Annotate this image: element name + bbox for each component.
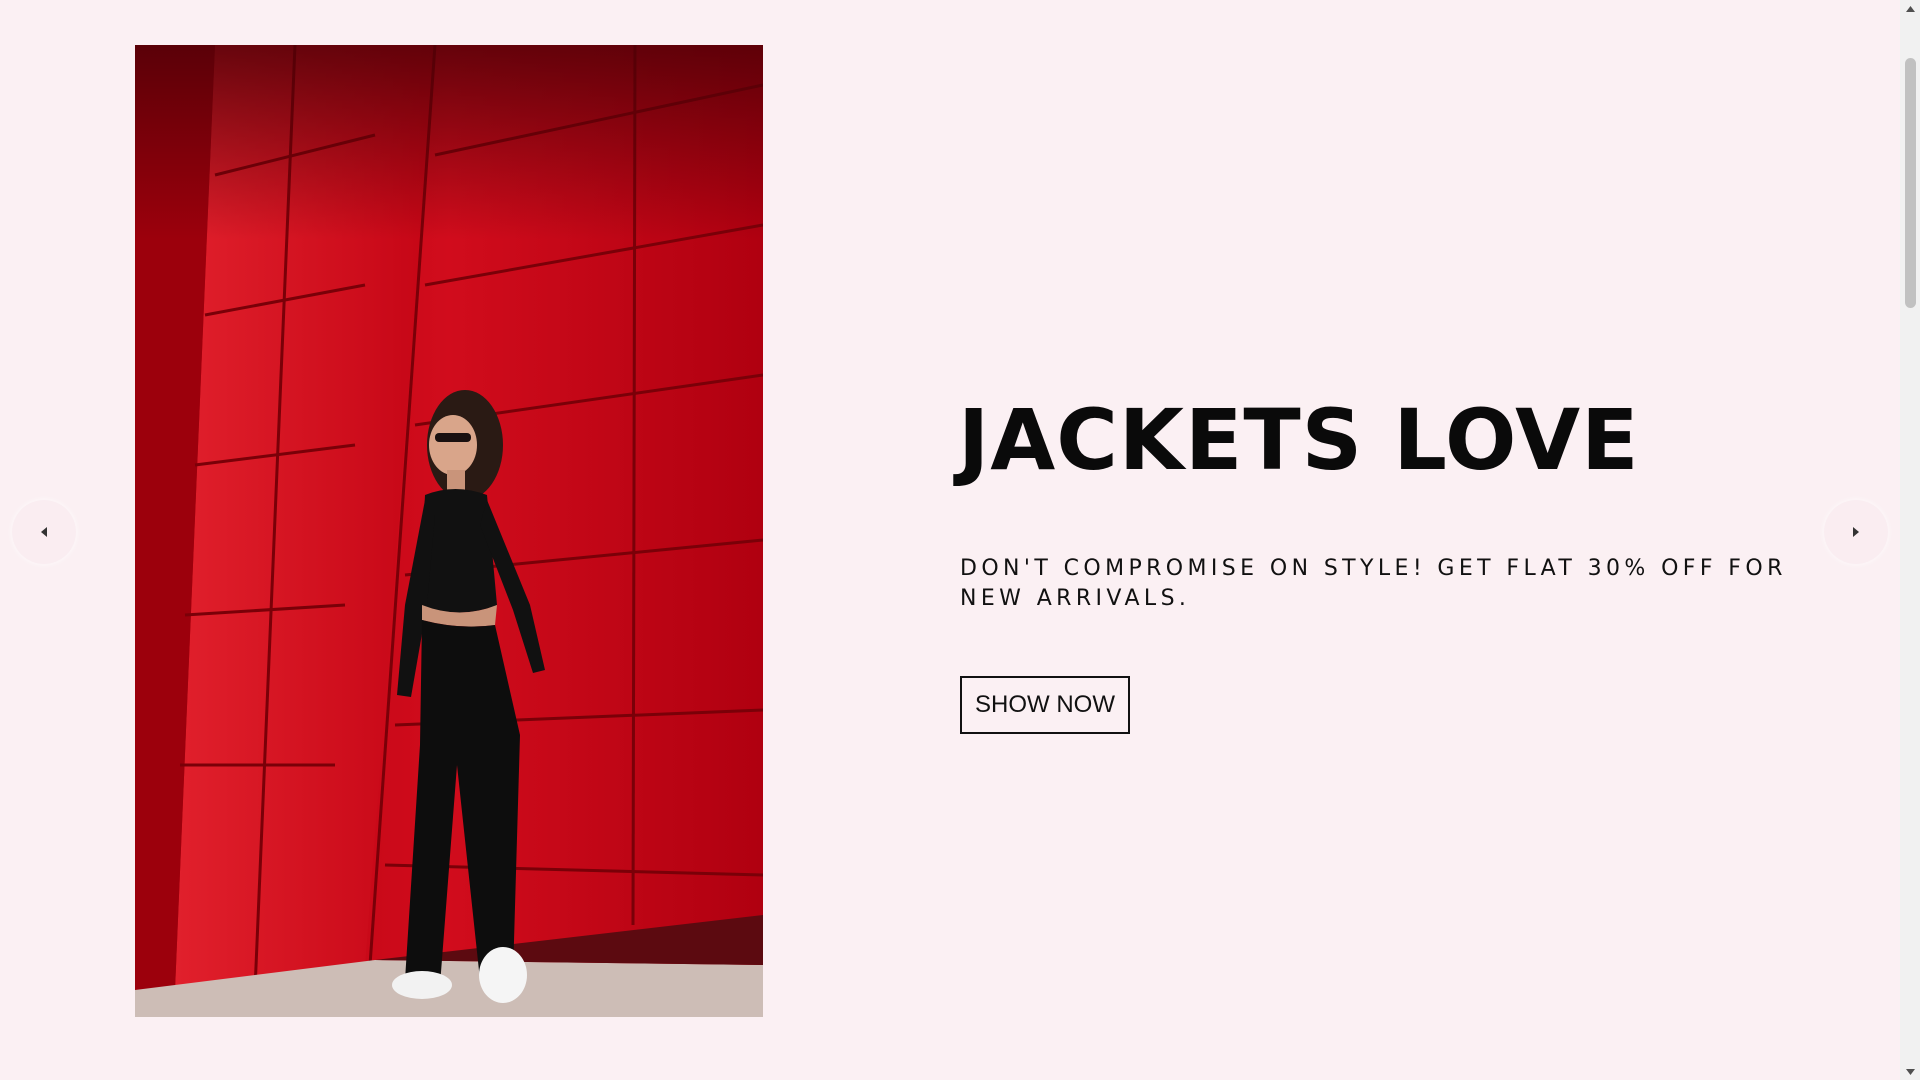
scrollbar-thumb[interactable] (1905, 58, 1916, 308)
hero-title: JACKETS LOVE (958, 391, 1640, 489)
hero-subtitle: DON'T COMPROMISE ON STYLE! GET FLAT 30% … (960, 556, 1787, 611)
vertical-scrollbar[interactable] (1900, 0, 1920, 1080)
carousel-next-button[interactable] (1824, 500, 1888, 564)
hero-image (135, 45, 763, 1017)
caret-left-icon (41, 527, 47, 537)
scroll-down-arrow-icon[interactable] (1900, 1063, 1920, 1080)
scroll-up-arrow-icon[interactable] (1900, 0, 1920, 17)
caret-right-icon (1853, 527, 1859, 537)
carousel-prev-button[interactable] (12, 500, 76, 564)
show-now-button[interactable]: SHOW NOW (960, 676, 1130, 734)
page: JACKETS LOVE DON'T COMPROMISE ON STYLE! … (0, 0, 1900, 1080)
